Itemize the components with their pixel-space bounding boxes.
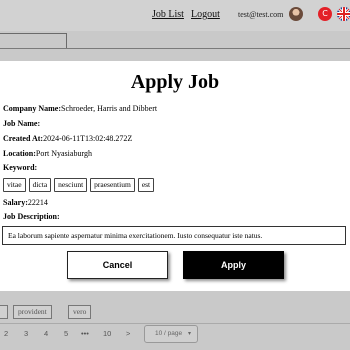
pagination-page[interactable]: 10: [103, 329, 111, 338]
job-description-box: Ea laborum sapiente aspernatur minima ex…: [2, 226, 346, 245]
pagination-page[interactable]: 5: [64, 329, 68, 338]
background-tag-partial: [0, 305, 8, 319]
pagination-page[interactable]: 4: [44, 329, 48, 338]
location-field: Location:Port Nyasiaburgh: [3, 149, 92, 158]
logout-link[interactable]: Logout: [191, 9, 220, 20]
salary-field: Salary:22214: [3, 198, 48, 207]
company-value: Schroeder, Harris and Dibbert: [61, 104, 158, 113]
top-header: Job List Logout test@test.com C: [0, 0, 350, 31]
pagination-page[interactable]: 3: [24, 329, 28, 338]
pagination-page[interactable]: 2: [4, 329, 8, 338]
keyword-chip: dicta: [28, 178, 52, 192]
avatar[interactable]: [289, 7, 303, 21]
location-label: Location:: [3, 149, 36, 158]
apply-job-modal: Apply Job Company Name:Schroeder, Harris…: [0, 61, 350, 291]
job-name-label: Job Name:: [3, 119, 41, 128]
tab-divider: [0, 48, 350, 49]
job-list-link[interactable]: Job List: [152, 9, 184, 20]
background-tab: [0, 33, 67, 49]
description-label: Job Description:: [3, 212, 60, 221]
background-tag: vero: [68, 305, 92, 319]
keyword-chip: est: [137, 178, 155, 192]
cancel-button[interactable]: Cancel: [67, 251, 168, 279]
user-email: test@test.com: [238, 10, 284, 19]
keyword-field: Keyword:: [3, 163, 37, 172]
keyword-chip: nesciunt: [54, 178, 88, 192]
keyword-chip: vitae: [3, 178, 26, 192]
apply-button[interactable]: Apply: [183, 251, 284, 279]
page-size-value: 10 / page: [155, 330, 183, 337]
company-label: Company Name:: [3, 104, 61, 113]
chevron-down-icon: ▾: [187, 331, 191, 337]
created-at-value: 2024-06-11T13:02:48.272Z: [43, 134, 133, 143]
location-value: Port Nyasiaburgh: [35, 149, 92, 158]
created-at-field: Created At:2024-06-11T13:02:48.272Z: [3, 134, 132, 143]
keyword-label: Keyword:: [3, 163, 38, 172]
keyword-chips: vitae dicta nesciunt praesentium est: [3, 178, 155, 192]
pagination-ellipsis[interactable]: •••: [81, 329, 89, 338]
job-name-field: Job Name:: [3, 119, 40, 128]
turkish-flag-glyph: C: [322, 9, 328, 18]
page-size-select[interactable]: 10 / page ▾: [144, 325, 198, 343]
company-field: Company Name:Schroeder, Harris and Dibbe…: [3, 104, 157, 113]
salary-label: Salary:: [3, 198, 28, 207]
background-tag: provident: [13, 305, 52, 319]
turkish-flag-icon[interactable]: C: [318, 7, 332, 21]
pagination-next-icon[interactable]: >: [126, 329, 130, 338]
modal-title: Apply Job: [130, 71, 220, 93]
background-divider: [0, 323, 350, 324]
keyword-chip: praesentium: [90, 178, 135, 192]
uk-flag-icon[interactable]: [337, 7, 350, 21]
description-field: Job Description:: [3, 212, 60, 221]
created-at-label: Created At:: [3, 134, 44, 143]
salary-value: 22214: [27, 198, 48, 207]
